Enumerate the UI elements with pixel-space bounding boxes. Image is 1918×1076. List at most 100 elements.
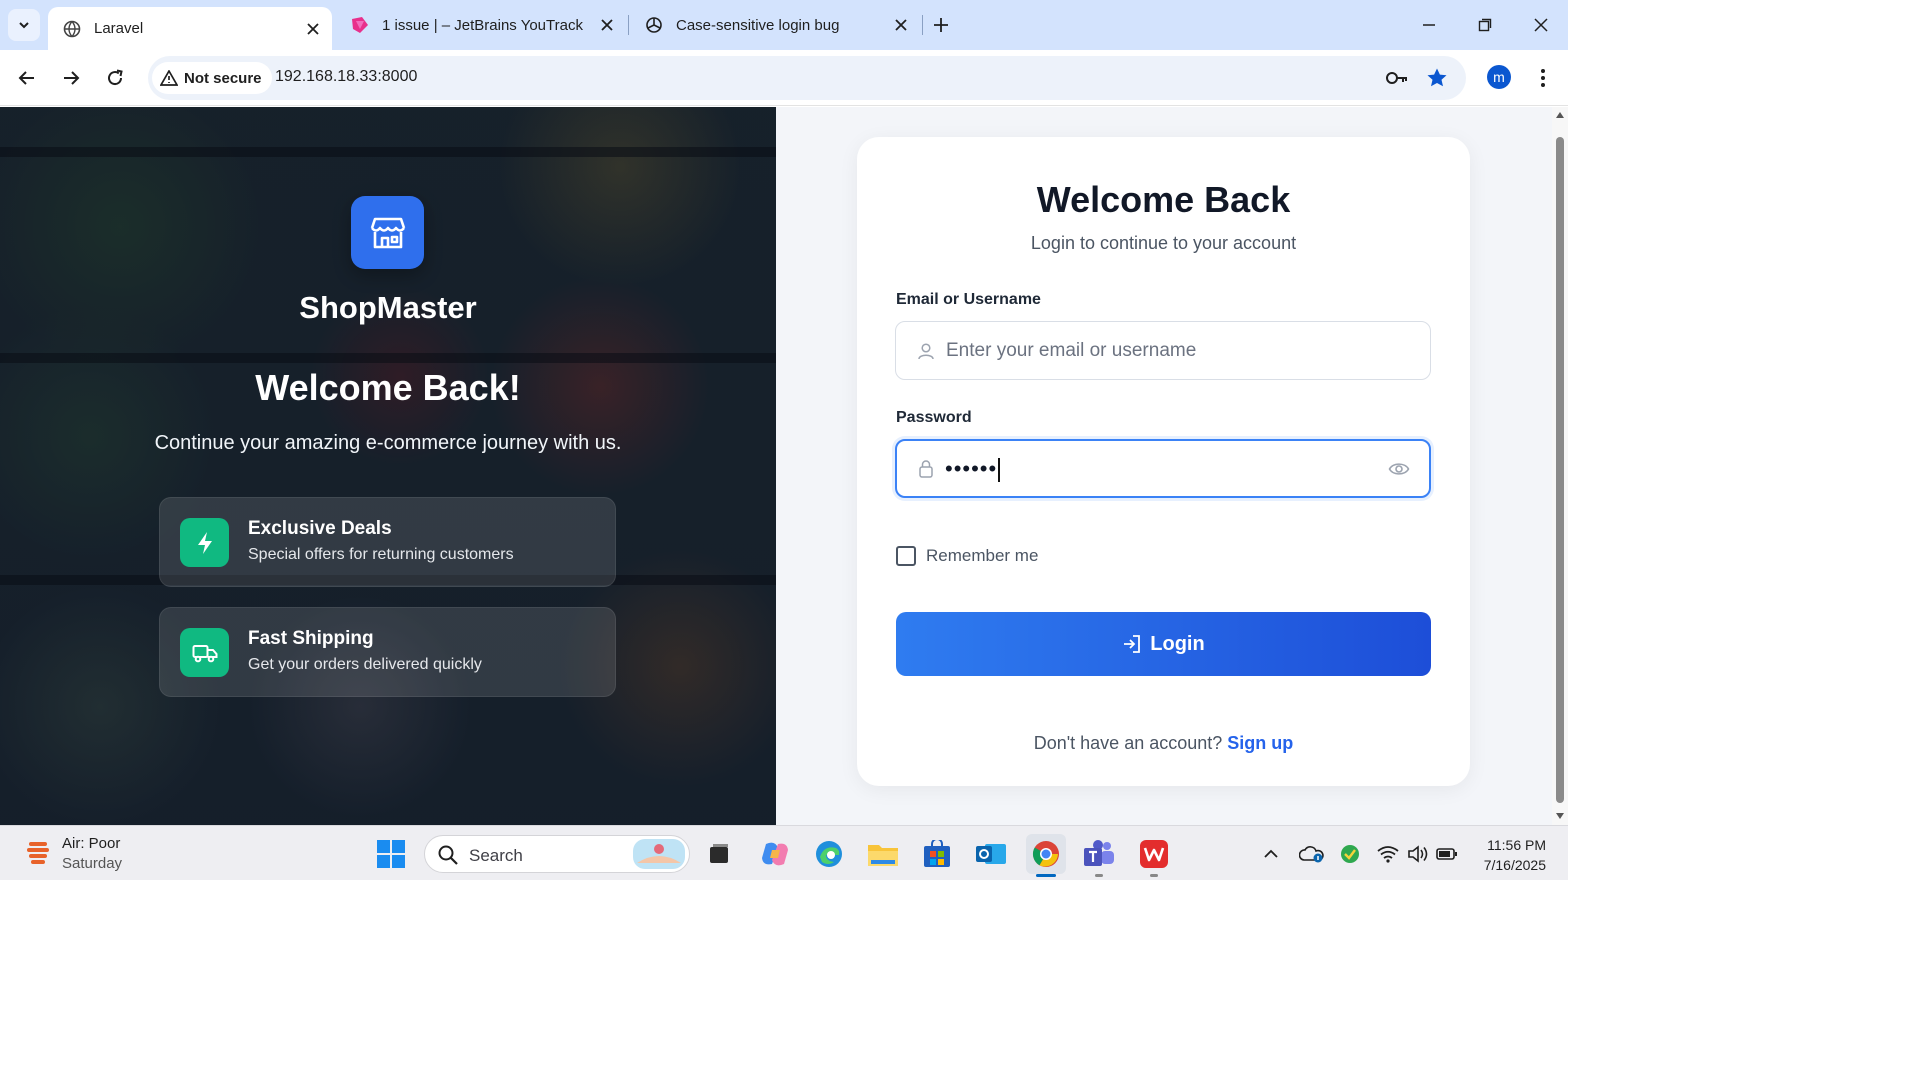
clock-time: 11:56 PM: [1487, 837, 1546, 853]
forward-button[interactable]: [56, 63, 86, 93]
feature-title: Fast Shipping: [248, 628, 374, 649]
new-tab-button[interactable]: [926, 10, 956, 40]
wps-office-icon[interactable]: [1137, 837, 1171, 871]
browser-menu-button[interactable]: [1528, 63, 1558, 93]
windows-taskbar: Air: Poor Saturday Search 11:56 PM 7/16/…: [0, 825, 1568, 880]
restore-button[interactable]: [1470, 10, 1500, 40]
globe-icon: [62, 19, 82, 39]
more-vertical-icon: [1541, 69, 1545, 87]
taskbar-clock[interactable]: 11:56 PM 7/16/2025: [1484, 835, 1546, 875]
open-app-indicator: [1150, 874, 1158, 877]
back-button[interactable]: [12, 63, 42, 93]
task-view-icon[interactable]: [702, 837, 736, 871]
tab-search-button[interactable]: [8, 9, 40, 41]
teams-icon[interactable]: [1082, 837, 1116, 871]
bookmark-star-icon[interactable]: [1426, 67, 1448, 89]
chrome-icon[interactable]: [1026, 834, 1066, 874]
onedrive-icon[interactable]: [1299, 844, 1325, 864]
tab-youtrack[interactable]: 1 issue | – JetBrains YouTrack: [336, 7, 626, 43]
store-logo: [351, 196, 424, 269]
copilot-icon[interactable]: [758, 837, 792, 871]
weather-title[interactable]: Air: Poor: [62, 835, 120, 852]
feature-description: Get your orders delivered quickly: [248, 656, 482, 673]
hero-panel: ShopMaster Welcome Back! Continue your a…: [0, 107, 776, 825]
close-window-button[interactable]: [1526, 10, 1556, 40]
signup-link[interactable]: Sign up: [1227, 733, 1293, 753]
login-card: Welcome Back Login to continue to your a…: [857, 137, 1470, 786]
plus-icon: [934, 18, 948, 32]
close-icon[interactable]: [892, 16, 910, 34]
active-app-indicator: [1036, 874, 1056, 877]
page-scrollbar[interactable]: [1552, 107, 1568, 825]
url-text[interactable]: 192.168.18.33:8000: [275, 68, 417, 86]
email-label: Email or Username: [896, 291, 1041, 308]
tab-separator: [628, 15, 629, 35]
lightning-icon: [180, 518, 229, 567]
battery-icon[interactable]: [1436, 844, 1458, 864]
signup-row: Don't have an account? Sign up: [857, 733, 1470, 754]
security-tray-icon[interactable]: [1339, 844, 1361, 864]
browser-toolbar: Not secure 192.168.18.33:8000 m: [0, 50, 1568, 106]
edge-icon[interactable]: [812, 837, 846, 871]
clock-date: 7/16/2025: [1483, 857, 1546, 873]
reload-icon: [108, 69, 123, 86]
remember-label[interactable]: Remember me: [926, 546, 1038, 566]
login-subtitle: Login to continue to your account: [1030, 233, 1297, 253]
key-icon[interactable]: [1385, 68, 1409, 88]
eye-icon[interactable]: [1387, 459, 1411, 479]
weather-icon[interactable]: [20, 837, 56, 871]
password-field[interactable]: ••••••: [895, 439, 1431, 498]
sign-in-icon: [1124, 635, 1141, 653]
outlook-icon[interactable]: [974, 837, 1008, 871]
search-placeholder: Search: [469, 846, 523, 865]
login-title: Welcome Back: [1036, 179, 1291, 220]
windows-start-icon[interactable]: [374, 837, 408, 871]
feature-card-deals: Exclusive Deals Special offers for retur…: [159, 497, 616, 587]
tab-title: Laravel: [94, 20, 144, 37]
remember-checkbox[interactable]: [896, 546, 916, 566]
arrow-left-icon: [18, 71, 34, 85]
login-button[interactable]: Login: [896, 612, 1431, 676]
openai-icon: [644, 15, 664, 35]
background-shelf: [0, 147, 776, 157]
tab-separator: [922, 15, 923, 35]
text-caret: [998, 458, 1001, 483]
background-shelf: [0, 353, 776, 363]
profile-avatar[interactable]: m: [1487, 65, 1511, 89]
browser-tab-strip: Laravel 1 issue | – JetBrains YouTrack C…: [0, 0, 1568, 50]
close-icon[interactable]: [304, 20, 322, 38]
scrollbar-thumb[interactable]: [1556, 137, 1564, 803]
reload-button[interactable]: [100, 63, 130, 93]
email-placeholder: Enter your email or username: [946, 340, 1197, 361]
microsoft-store-icon[interactable]: [920, 837, 954, 871]
address-bar[interactable]: Not secure 192.168.18.33:8000: [148, 56, 1466, 100]
file-explorer-icon[interactable]: [866, 837, 900, 871]
tab-chatgpt[interactable]: Case-sensitive login bug: [630, 7, 920, 43]
email-field[interactable]: Enter your email or username: [895, 321, 1431, 380]
hero-title: Welcome Back!: [255, 367, 521, 408]
wifi-icon[interactable]: [1377, 844, 1399, 864]
hero-subtitle: Continue your amazing e-commerce journey…: [154, 432, 622, 454]
tab-laravel[interactable]: Laravel: [48, 7, 332, 50]
signup-prompt: Don't have an account?: [1033, 733, 1223, 753]
login-button-label: Login: [1150, 632, 1205, 655]
chevron-up-icon[interactable]: [1260, 844, 1282, 864]
feature-card-shipping: Fast Shipping Get your orders delivered …: [159, 607, 616, 697]
arrow-right-icon: [64, 71, 80, 85]
youtrack-icon: [350, 15, 370, 35]
open-app-indicator: [1095, 874, 1103, 877]
scroll-down-icon: [1556, 813, 1564, 819]
scroll-up-icon: [1556, 112, 1564, 118]
brand-name: ShopMaster: [299, 290, 477, 325]
minimize-button[interactable]: [1414, 10, 1444, 40]
tab-title: Case-sensitive login bug: [676, 16, 840, 34]
security-label: Not secure: [184, 69, 262, 87]
search-icon: [438, 845, 458, 865]
site-info-button[interactable]: Not secure: [152, 62, 272, 94]
lock-icon: [916, 459, 936, 479]
user-icon: [916, 341, 936, 361]
volume-icon[interactable]: [1407, 844, 1429, 864]
taskbar-search[interactable]: Search: [424, 835, 690, 873]
restore-icon: [1478, 18, 1492, 32]
close-icon[interactable]: [598, 16, 616, 34]
